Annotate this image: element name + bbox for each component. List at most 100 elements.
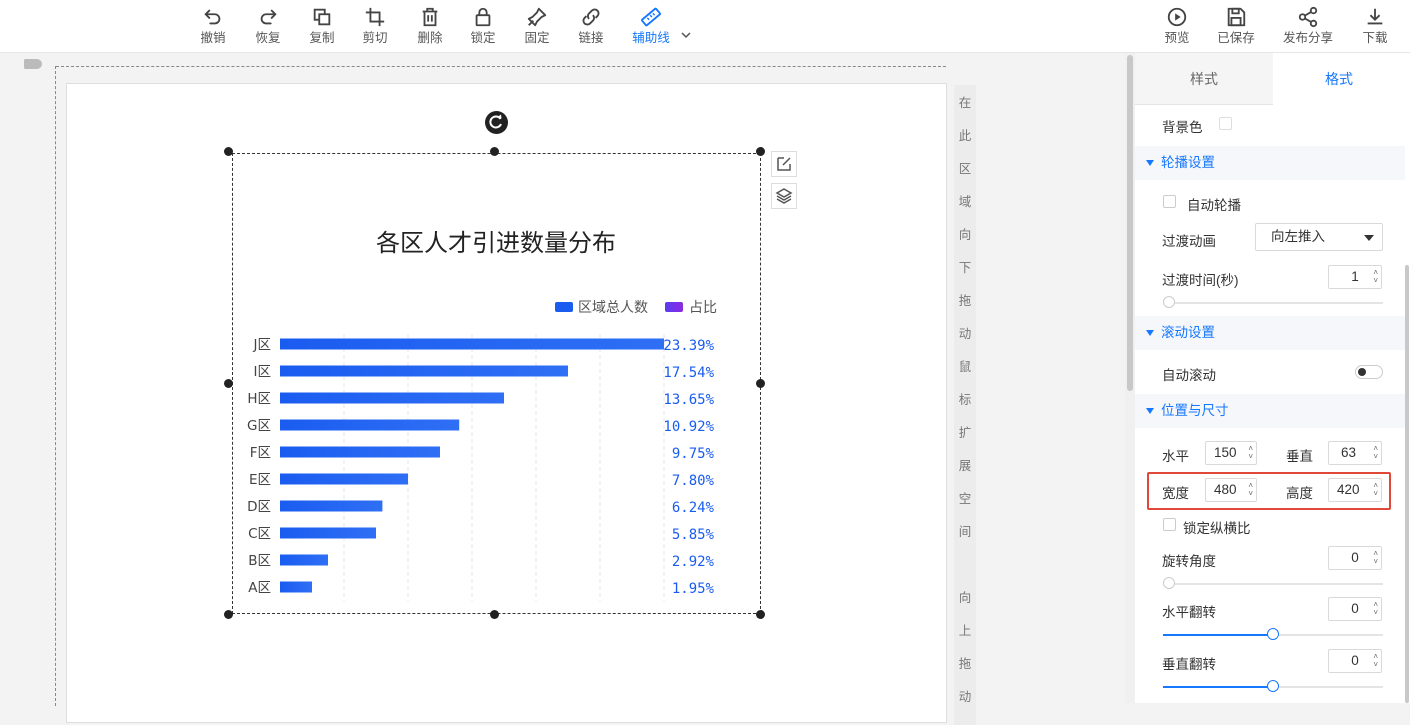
duration-input[interactable]: 1 ˄ ˅ xyxy=(1328,265,1382,289)
legend-swatch-ratio xyxy=(665,302,683,312)
horizontal-input[interactable]: 150 ˄ ˅ xyxy=(1205,441,1257,465)
pin-icon xyxy=(527,7,547,27)
panel-scrollbar-right[interactable] xyxy=(1405,265,1409,703)
vertical-guide-line[interactable] xyxy=(55,66,56,706)
crop-label: 剪切 xyxy=(362,31,388,45)
rotate-angle-input[interactable]: 0 ˄ ˅ xyxy=(1328,546,1382,570)
size-highlight-box xyxy=(1147,472,1391,510)
spinner-icon[interactable]: ˄ ˅ xyxy=(1373,550,1378,566)
pin-button[interactable]: 固定 xyxy=(512,6,562,45)
resize-handle-w[interactable] xyxy=(224,379,233,388)
transition-select[interactable]: 向左推入 xyxy=(1255,223,1383,251)
undo-button[interactable]: 撤销 xyxy=(188,6,238,45)
category-label: E区 xyxy=(249,472,271,488)
hint-char: 动 xyxy=(958,327,972,341)
ratio-label: 10.92% xyxy=(663,419,714,435)
rotate-handle[interactable] xyxy=(485,111,508,134)
toolbar: 撤销 恢复 复制 剪切 删除 锁定 固定 链接 辅助线 预览 已保存 发布分享 … xyxy=(0,0,1410,53)
category-label: G区 xyxy=(247,418,271,434)
bar xyxy=(280,392,504,404)
duration-slider[interactable] xyxy=(1163,302,1383,304)
section-carousel[interactable]: 轮播设置 xyxy=(1135,146,1405,180)
horizontal-guide-line[interactable] xyxy=(56,66,946,67)
x-tick-label: 0 xyxy=(275,611,285,613)
spinner-icon[interactable]: ˄ ˅ xyxy=(1248,445,1253,461)
vertical-flip-value: 0 xyxy=(1351,653,1359,668)
toggle-dot xyxy=(1358,368,1366,376)
saved-button[interactable]: 已保存 xyxy=(1211,6,1261,45)
ruler-icon xyxy=(641,7,661,27)
auto-scroll-toggle[interactable] xyxy=(1355,365,1383,379)
section-position-size[interactable]: 位置与尺寸 xyxy=(1135,394,1405,428)
transition-select-value: 向左推入 xyxy=(1271,229,1325,244)
resize-handle-sw[interactable] xyxy=(224,610,233,619)
download-button[interactable]: 下载 xyxy=(1350,6,1400,45)
guide-line-button[interactable]: 辅助线 xyxy=(626,6,676,45)
category-label: C区 xyxy=(248,526,271,542)
vertical-flip-knob[interactable] xyxy=(1267,680,1279,692)
vertical-input[interactable]: 63 ˄ ˅ xyxy=(1328,441,1382,465)
crop-icon xyxy=(365,7,385,27)
chevron-down-icon[interactable] xyxy=(680,30,692,40)
y-axis-labels: J区 I区 H区 G区 F区 E区 D区 C区 B区 A区 xyxy=(247,337,271,596)
link-button[interactable]: 链接 xyxy=(566,6,616,45)
ratio-label: 1.95% xyxy=(672,581,715,597)
hint-char: 域 xyxy=(958,195,972,209)
trash-icon xyxy=(422,7,438,27)
bar-chart[interactable]: 各区人才引进数量分布 区域总人数 占比 J区 I区 H区 G区 F区 E区 D区 C区 B区 A区… xyxy=(233,154,760,613)
category-label: F区 xyxy=(250,445,271,461)
auto-scroll-label: 自动滚动 xyxy=(1162,368,1216,383)
auto-carousel-checkbox[interactable] xyxy=(1163,195,1176,208)
scrollbar-thumb[interactable] xyxy=(1127,55,1133,391)
hint-char: 动 xyxy=(958,690,972,704)
vertical-flip-fill xyxy=(1163,686,1273,688)
ratio-label: 9.75% xyxy=(672,446,715,462)
category-label: I区 xyxy=(254,364,271,380)
hint-char: 鼠 xyxy=(958,360,972,374)
rotate-angle-value: 0 xyxy=(1351,550,1359,565)
resize-handle-nw[interactable] xyxy=(224,147,233,156)
rotate-slider-knob[interactable] xyxy=(1163,577,1175,589)
ratio-label: 5.85% xyxy=(672,527,715,543)
lock-button[interactable]: 锁定 xyxy=(458,6,508,45)
hint-char: 标 xyxy=(958,393,972,407)
horizontal-flip-knob[interactable] xyxy=(1267,628,1279,640)
undo-label: 撤销 xyxy=(200,31,226,45)
copy-button[interactable]: 复制 xyxy=(297,6,347,45)
crop-button[interactable]: 剪切 xyxy=(350,6,400,45)
hint-char: 下 xyxy=(958,261,972,275)
x-tick-label: 2000 xyxy=(325,611,363,613)
redo-button[interactable]: 恢复 xyxy=(243,6,293,45)
ruler-tag[interactable] xyxy=(24,59,42,69)
spinner-icon[interactable]: ˄ ˅ xyxy=(1373,445,1378,461)
delete-button[interactable]: 删除 xyxy=(405,6,455,45)
edit-chart-button[interactable] xyxy=(771,151,797,177)
guide-line-label: 辅助线 xyxy=(632,31,670,45)
preview-button[interactable]: 预览 xyxy=(1152,6,1202,45)
bar xyxy=(280,473,408,485)
tab-style[interactable]: 样式 xyxy=(1135,53,1273,105)
section-scroll[interactable]: 滚动设置 xyxy=(1135,316,1405,350)
spinner-icon[interactable]: ˄ ˅ xyxy=(1373,269,1378,285)
hint-char: 此 xyxy=(958,129,972,143)
layers-button[interactable] xyxy=(771,183,797,209)
collapse-triangle-icon xyxy=(1146,408,1154,414)
horizontal-flip-input[interactable]: 0 ˄ ˅ xyxy=(1328,597,1382,621)
hint-char: 拖 xyxy=(958,294,972,308)
bar xyxy=(280,581,312,593)
bar xyxy=(280,446,440,458)
pin-label: 固定 xyxy=(524,31,550,45)
rotate-slider[interactable] xyxy=(1163,583,1383,585)
vertical-label: 垂直 xyxy=(1286,449,1313,464)
auto-carousel-label: 自动轮播 xyxy=(1187,198,1241,213)
lock-ratio-checkbox[interactable] xyxy=(1163,518,1176,531)
panel-scrollbar-left[interactable] xyxy=(1125,53,1135,703)
vertical-flip-input[interactable]: 0 ˄ ˅ xyxy=(1328,649,1382,673)
background-color-swatch[interactable] xyxy=(1219,117,1232,130)
spinner-icon[interactable]: ˄ ˅ xyxy=(1373,601,1378,617)
share-button[interactable]: 发布分享 xyxy=(1280,6,1336,45)
spinner-icon[interactable]: ˄ ˅ xyxy=(1373,653,1378,669)
tab-format[interactable]: 格式 xyxy=(1273,53,1405,105)
duration-slider-knob[interactable] xyxy=(1163,296,1175,308)
extend-space-hint[interactable]: 在此区域向下拖动鼠标扩展空间向上拖动 xyxy=(954,85,976,725)
